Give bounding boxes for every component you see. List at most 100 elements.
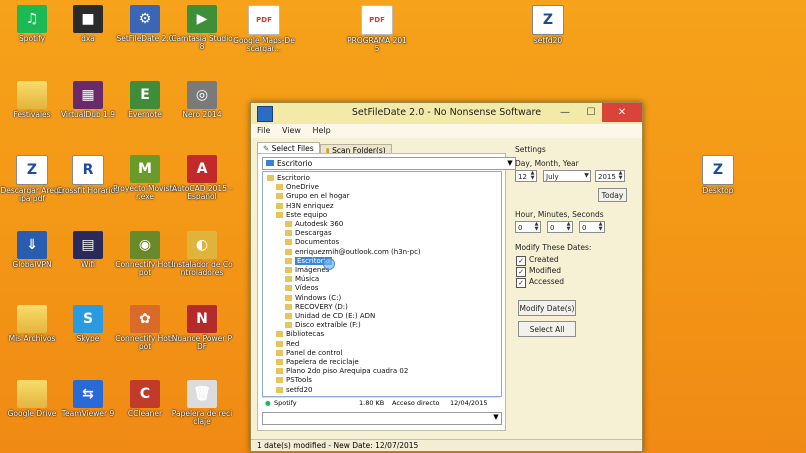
desktop-icon[interactable]: N Nuance Power PDF bbox=[170, 305, 234, 351]
desktop-icon[interactable]: M Proyecto Movistar.exe bbox=[113, 155, 177, 201]
created-checkbox[interactable]: ✓ Created bbox=[516, 255, 559, 266]
folder-tree[interactable]: Escritorio OneDrive Grupo en el hogar H3N e… bbox=[262, 171, 502, 397]
date-label: Day, Month, Year bbox=[515, 159, 579, 168]
folder-icon bbox=[285, 267, 292, 273]
desktop-shortcut-icon: Z bbox=[702, 155, 734, 185]
desktop-icon[interactable]: Z Descargar Arequipa pdf bbox=[0, 155, 64, 203]
desktop-icon[interactable]: S Skype bbox=[56, 305, 120, 343]
desktop-icon-label: Mis Archivos bbox=[8, 334, 56, 343]
desktop-icon-label: Wifi bbox=[80, 260, 96, 269]
day-input[interactable]: 12 ▲ ▼ bbox=[515, 170, 537, 182]
desktop-icon[interactable]: ▦ VirtualDub 1.9 bbox=[56, 81, 120, 119]
minimize-button[interactable]: — bbox=[552, 103, 578, 122]
close-button[interactable]: ✕ bbox=[602, 103, 642, 122]
desktop-icon[interactable]: ⇆ TeamViewer 9 bbox=[56, 380, 120, 418]
tree-node[interactable]: Grupo en el hogar bbox=[276, 192, 349, 200]
folder-combo[interactable]: Escritorio ▼ bbox=[262, 157, 516, 170]
desktop-icon[interactable]: ◎ Nero 2014 bbox=[170, 81, 234, 119]
desktop-icon[interactable]: ⇓ GlobalVPN bbox=[0, 231, 64, 269]
desktop-icon[interactable]: R Crossfit Horarios bbox=[56, 155, 120, 195]
desktop-icon[interactable]: A AutoCAD 2015 - Español bbox=[170, 155, 234, 201]
menu-view[interactable]: View bbox=[282, 126, 301, 135]
desktop-shortcut-icon: R bbox=[72, 155, 104, 185]
tree-node[interactable]: setfd20 bbox=[276, 386, 313, 394]
tree-node[interactable]: Red bbox=[276, 340, 299, 348]
tree-node[interactable]: Panel de control bbox=[276, 349, 342, 357]
modified-checkbox[interactable]: ✓ Modified bbox=[516, 266, 561, 277]
tree-node[interactable]: Papelera de reciclaje bbox=[276, 358, 359, 366]
month-select[interactable]: July ▼ bbox=[543, 170, 591, 182]
desktop-shortcut-icon: ◎ bbox=[187, 81, 217, 109]
desktop-icon[interactable]: PDF Google Maps-Descargar... bbox=[232, 5, 296, 53]
desktop-icon[interactable]: ◐ Instalador de Controladores bbox=[170, 231, 234, 277]
desktop-icon[interactable]: ▤ Wifi bbox=[56, 231, 120, 269]
desktop-icon[interactable]: Mis Archivos bbox=[0, 305, 64, 343]
desktop-icon[interactable]: ▶ Camtasia Studio 8 bbox=[170, 5, 234, 51]
desktop-icon[interactable]: Zsetfd20 bbox=[516, 5, 580, 45]
tree-node[interactable]: OneDrive bbox=[276, 183, 319, 191]
spin-arrows-icon[interactable]: ▲ ▼ bbox=[533, 222, 540, 232]
tree-node[interactable]: RECOVERY (D:) bbox=[285, 303, 348, 311]
tree-node[interactable]: H3N enriquez bbox=[276, 202, 334, 210]
tree-node[interactable]: PSTools bbox=[276, 376, 312, 384]
tree-node[interactable]: Escritorio bbox=[267, 174, 310, 182]
tree-node-label: Bibliotecas bbox=[286, 330, 325, 339]
spin-arrows-icon[interactable]: ▲ ▼ bbox=[565, 222, 572, 232]
tree-node[interactable]: enriquezmih@outlook.com (h3n-pc) bbox=[285, 248, 421, 256]
desktop-icon-label: VirtualDub 1.9 bbox=[60, 110, 116, 119]
desktop-icon[interactable]: ♫ Spotify bbox=[0, 5, 64, 43]
maximize-button[interactable]: ☐ bbox=[578, 103, 604, 122]
chevron-down-icon[interactable]: ▼ bbox=[505, 158, 515, 169]
tree-node[interactable]: Este equipo bbox=[276, 211, 327, 219]
desktop-icon[interactable]: 🗑 Papelera de reciclaje bbox=[170, 380, 234, 426]
desktop-icon[interactable]: ◉ Connectify Hotspot bbox=[113, 231, 177, 277]
desktop-icon[interactable]: E Evernote bbox=[113, 81, 177, 119]
modify-dates-button[interactable]: Modify Date(s) bbox=[518, 300, 576, 316]
tree-node[interactable]: Plano 2do piso Arequipa cuadra 02 bbox=[276, 367, 408, 375]
tree-node[interactable]: Música bbox=[285, 275, 319, 283]
select-all-button[interactable]: Select All bbox=[518, 321, 576, 337]
tree-node[interactable]: Bibliotecas bbox=[276, 330, 324, 338]
chevron-down-icon[interactable]: ▼ bbox=[583, 171, 590, 181]
today-button[interactable]: Today bbox=[598, 188, 627, 202]
hour-input[interactable]: 0 ▲ ▼ bbox=[515, 221, 541, 233]
tree-node[interactable]: Unidad de CD (E:) ADN bbox=[285, 312, 375, 320]
file-type: Acceso directo bbox=[392, 399, 440, 407]
spin-arrows-icon[interactable]: ▲ ▼ bbox=[617, 171, 624, 181]
desktop-icon[interactable]: C CCleaner bbox=[113, 380, 177, 418]
year-input[interactable]: 2015 ▲ ▼ bbox=[595, 170, 625, 182]
accessed-checkbox[interactable]: ✓ Accessed bbox=[516, 277, 564, 288]
tree-node-label: Vídeos bbox=[295, 284, 319, 293]
title-bar[interactable]: SetFileDate 2.0 - No Nonsense Software —… bbox=[251, 103, 642, 124]
desktop-icon[interactable]: ■ dxa bbox=[56, 5, 120, 43]
file-list-row[interactable]: ● Spotify 1.80 KB Acceso directo 12/04/2… bbox=[262, 397, 500, 408]
file-filter-combo[interactable]: ▼ bbox=[262, 412, 502, 425]
chevron-down-icon[interactable]: ▼ bbox=[491, 413, 501, 424]
folder-icon bbox=[276, 202, 283, 209]
tree-node[interactable]: Descargas bbox=[285, 229, 332, 237]
tree-node[interactable]: Windows (C:) bbox=[285, 294, 341, 302]
tree-node[interactable]: Autodesk 360 bbox=[285, 220, 343, 228]
minutes-input[interactable]: 0 ▲ ▼ bbox=[547, 221, 573, 233]
tree-node[interactable]: Disco extraíble (F:) bbox=[285, 321, 361, 329]
folder-icon bbox=[276, 193, 283, 200]
tree-node[interactable]: Imágenes bbox=[285, 266, 329, 274]
menu-help[interactable]: Help bbox=[312, 126, 330, 135]
menu-file[interactable]: File bbox=[257, 126, 270, 135]
desktop-shortcut-icon: ▤ bbox=[73, 231, 103, 259]
desktop-icon[interactable]: Z Desktop bbox=[686, 155, 750, 195]
tree-node[interactable]: Documentos bbox=[285, 238, 339, 246]
desktop-icon[interactable]: Google Drive bbox=[0, 380, 64, 418]
folder-icon bbox=[276, 349, 283, 356]
desktop-icon[interactable]: ✿ Connectify Hotspot bbox=[113, 305, 177, 351]
desktop-icon[interactable]: PDF PROGRAMA 2015 bbox=[345, 5, 409, 53]
desktop-icon[interactable]: ⚙ SetFileDate 2.0 bbox=[113, 5, 177, 43]
desktop-icon-label: Google Drive bbox=[7, 409, 57, 418]
tree-node-label: Windows (C:) bbox=[295, 293, 342, 302]
settings-heading: Settings bbox=[515, 145, 546, 154]
desktop-icon[interactable]: Festivales bbox=[0, 81, 64, 119]
seconds-input[interactable]: 0 ▲ ▼ bbox=[579, 221, 605, 233]
spin-arrows-icon[interactable]: ▲ ▼ bbox=[597, 222, 604, 232]
spin-arrows-icon[interactable]: ▲ ▼ bbox=[529, 171, 536, 181]
tree-node[interactable]: Vídeos bbox=[285, 284, 318, 292]
